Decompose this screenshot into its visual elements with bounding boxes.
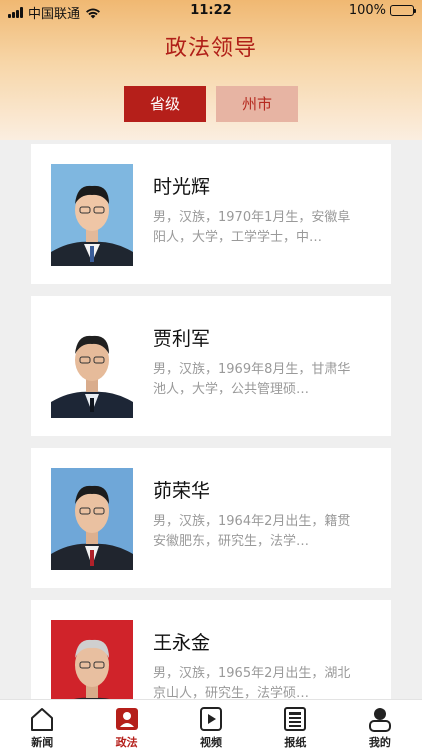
home-icon bbox=[31, 708, 54, 731]
battery-percent: 100% bbox=[348, 3, 386, 18]
leader-photo bbox=[51, 316, 133, 418]
newspaper-icon bbox=[284, 707, 307, 731]
user-icon bbox=[368, 708, 391, 732]
leader-card[interactable]: 时光辉 男，汉族，1970年1月生，安徽阜阳人，大学，工学学士，中… bbox=[31, 144, 391, 284]
tab-news-label: 新闻 bbox=[31, 736, 54, 749]
status-bar: 中国联通 11:22 100% bbox=[0, 0, 422, 22]
leader-description: 男，汉族，1970年1月生，安徽阜阳人，大学，工学学士，中… bbox=[153, 210, 351, 245]
leader-description: 男，汉族，1965年2月出生，湖北京山人，研究生，法学硕… bbox=[153, 666, 351, 701]
tab-mine[interactable]: 我的 bbox=[338, 700, 422, 751]
tab-video[interactable]: 视频 bbox=[169, 700, 253, 751]
leader-name: 时光辉 bbox=[153, 176, 211, 198]
tab-video-label: 视频 bbox=[200, 736, 223, 749]
tab-mine-label: 我的 bbox=[368, 736, 391, 749]
leader-card[interactable]: 贾利军 男，汉族，1969年8月生，甘肃华池人，大学，公共管理硕… bbox=[31, 296, 391, 436]
tab-news[interactable]: 新闻 bbox=[0, 700, 84, 751]
leader-description: 男，汉族，1964年2月出生，籍贯安徽肥东，研究生，法学… bbox=[153, 514, 351, 549]
leader-name: 茆荣华 bbox=[153, 480, 211, 502]
tab-newspaper-label: 报纸 bbox=[284, 736, 307, 749]
leader-photo bbox=[51, 164, 133, 266]
tab-politics-law[interactable]: 政法 bbox=[84, 700, 168, 751]
tab-politics-law-label: 政法 bbox=[115, 736, 138, 749]
leader-description: 男，汉族，1969年8月生，甘肃华池人，大学，公共管理硕… bbox=[153, 362, 351, 397]
leader-card[interactable]: 茆荣华 男，汉族，1964年2月出生，籍贯安徽肥东，研究生，法学… bbox=[31, 448, 391, 588]
person-card-icon bbox=[115, 708, 138, 730]
page-title: 政法领导 bbox=[164, 36, 257, 61]
leader-name: 贾利军 bbox=[153, 328, 211, 350]
battery-icon bbox=[390, 5, 416, 16]
leader-name: 王永金 bbox=[153, 632, 211, 654]
tab-prefecture-city[interactable]: 州市 bbox=[216, 86, 298, 122]
bottom-tab-bar: 新闻 政法 视频 报纸 我的 bbox=[0, 699, 422, 751]
play-icon bbox=[200, 707, 223, 731]
leader-photo bbox=[51, 468, 133, 570]
tab-provincial[interactable]: 省级 bbox=[124, 86, 206, 122]
tab-newspaper[interactable]: 报纸 bbox=[253, 700, 337, 751]
